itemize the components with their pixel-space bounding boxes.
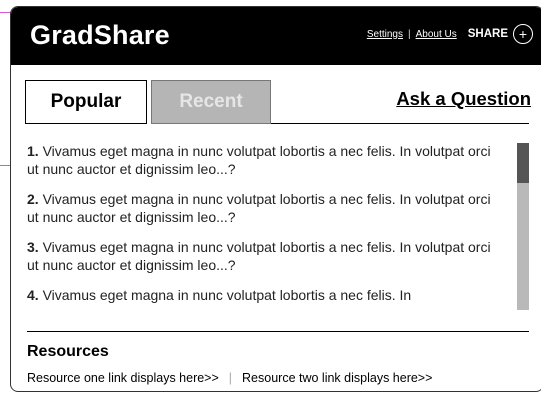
- divider: [27, 331, 529, 332]
- resource-one-link[interactable]: Resource one link displays here>>: [27, 371, 219, 385]
- logo: GradShare: [30, 20, 170, 50]
- question-number: 3.: [27, 239, 39, 255]
- share-label[interactable]: SHARE: [468, 28, 508, 40]
- list-item[interactable]: 4. Vivamus eget magna in nunc volutpat l…: [27, 286, 497, 304]
- header-bar: GradShare Settings | About Us SHARE +: [11, 7, 541, 65]
- link-separator: |: [407, 28, 411, 40]
- resource-two-link[interactable]: Resource two link displays here>>: [242, 371, 432, 385]
- scrollbar-thumb[interactable]: [517, 143, 529, 183]
- question-text[interactable]: Vivamus eget magna in nunc volutpat lobo…: [27, 143, 491, 177]
- question-number: 1.: [27, 143, 39, 159]
- about-us-link[interactable]: About Us: [416, 29, 457, 40]
- tab-popular[interactable]: Popular: [25, 80, 147, 124]
- list-item[interactable]: 1. Vivamus eget magna in nunc volutpat l…: [27, 142, 497, 178]
- question-text[interactable]: Vivamus eget magna in nunc volutpat lobo…: [27, 239, 491, 273]
- resources-heading: Resources: [27, 343, 109, 360]
- question-list[interactable]: 1. Vivamus eget magna in nunc volutpat l…: [27, 142, 497, 310]
- share-plus-icon[interactable]: +: [513, 24, 533, 44]
- question-text[interactable]: Vivamus eget magna in nunc volutpat lobo…: [27, 191, 491, 225]
- tab-baseline: [271, 123, 529, 124]
- header-links: Settings | About Us SHARE +: [367, 24, 533, 44]
- list-item[interactable]: 3. Vivamus eget magna in nunc volutpat l…: [27, 238, 497, 274]
- question-number: 2.: [27, 191, 39, 207]
- question-number: 4.: [27, 287, 39, 303]
- tab-recent[interactable]: Recent: [151, 80, 271, 124]
- guide-line: [0, 165, 10, 166]
- resources-links: Resource one link displays here>> | Reso…: [27, 371, 432, 385]
- ask-question-link[interactable]: Ask a Question: [396, 88, 531, 110]
- scrollbar[interactable]: [517, 143, 529, 310]
- question-text[interactable]: Vivamus eget magna in nunc volutpat lobo…: [43, 287, 412, 303]
- resource-separator: |: [228, 371, 233, 385]
- settings-link[interactable]: Settings: [367, 29, 403, 40]
- gradshare-widget: GradShare Settings | About Us SHARE + Po…: [10, 6, 541, 392]
- list-item[interactable]: 2. Vivamus eget magna in nunc volutpat l…: [27, 190, 497, 226]
